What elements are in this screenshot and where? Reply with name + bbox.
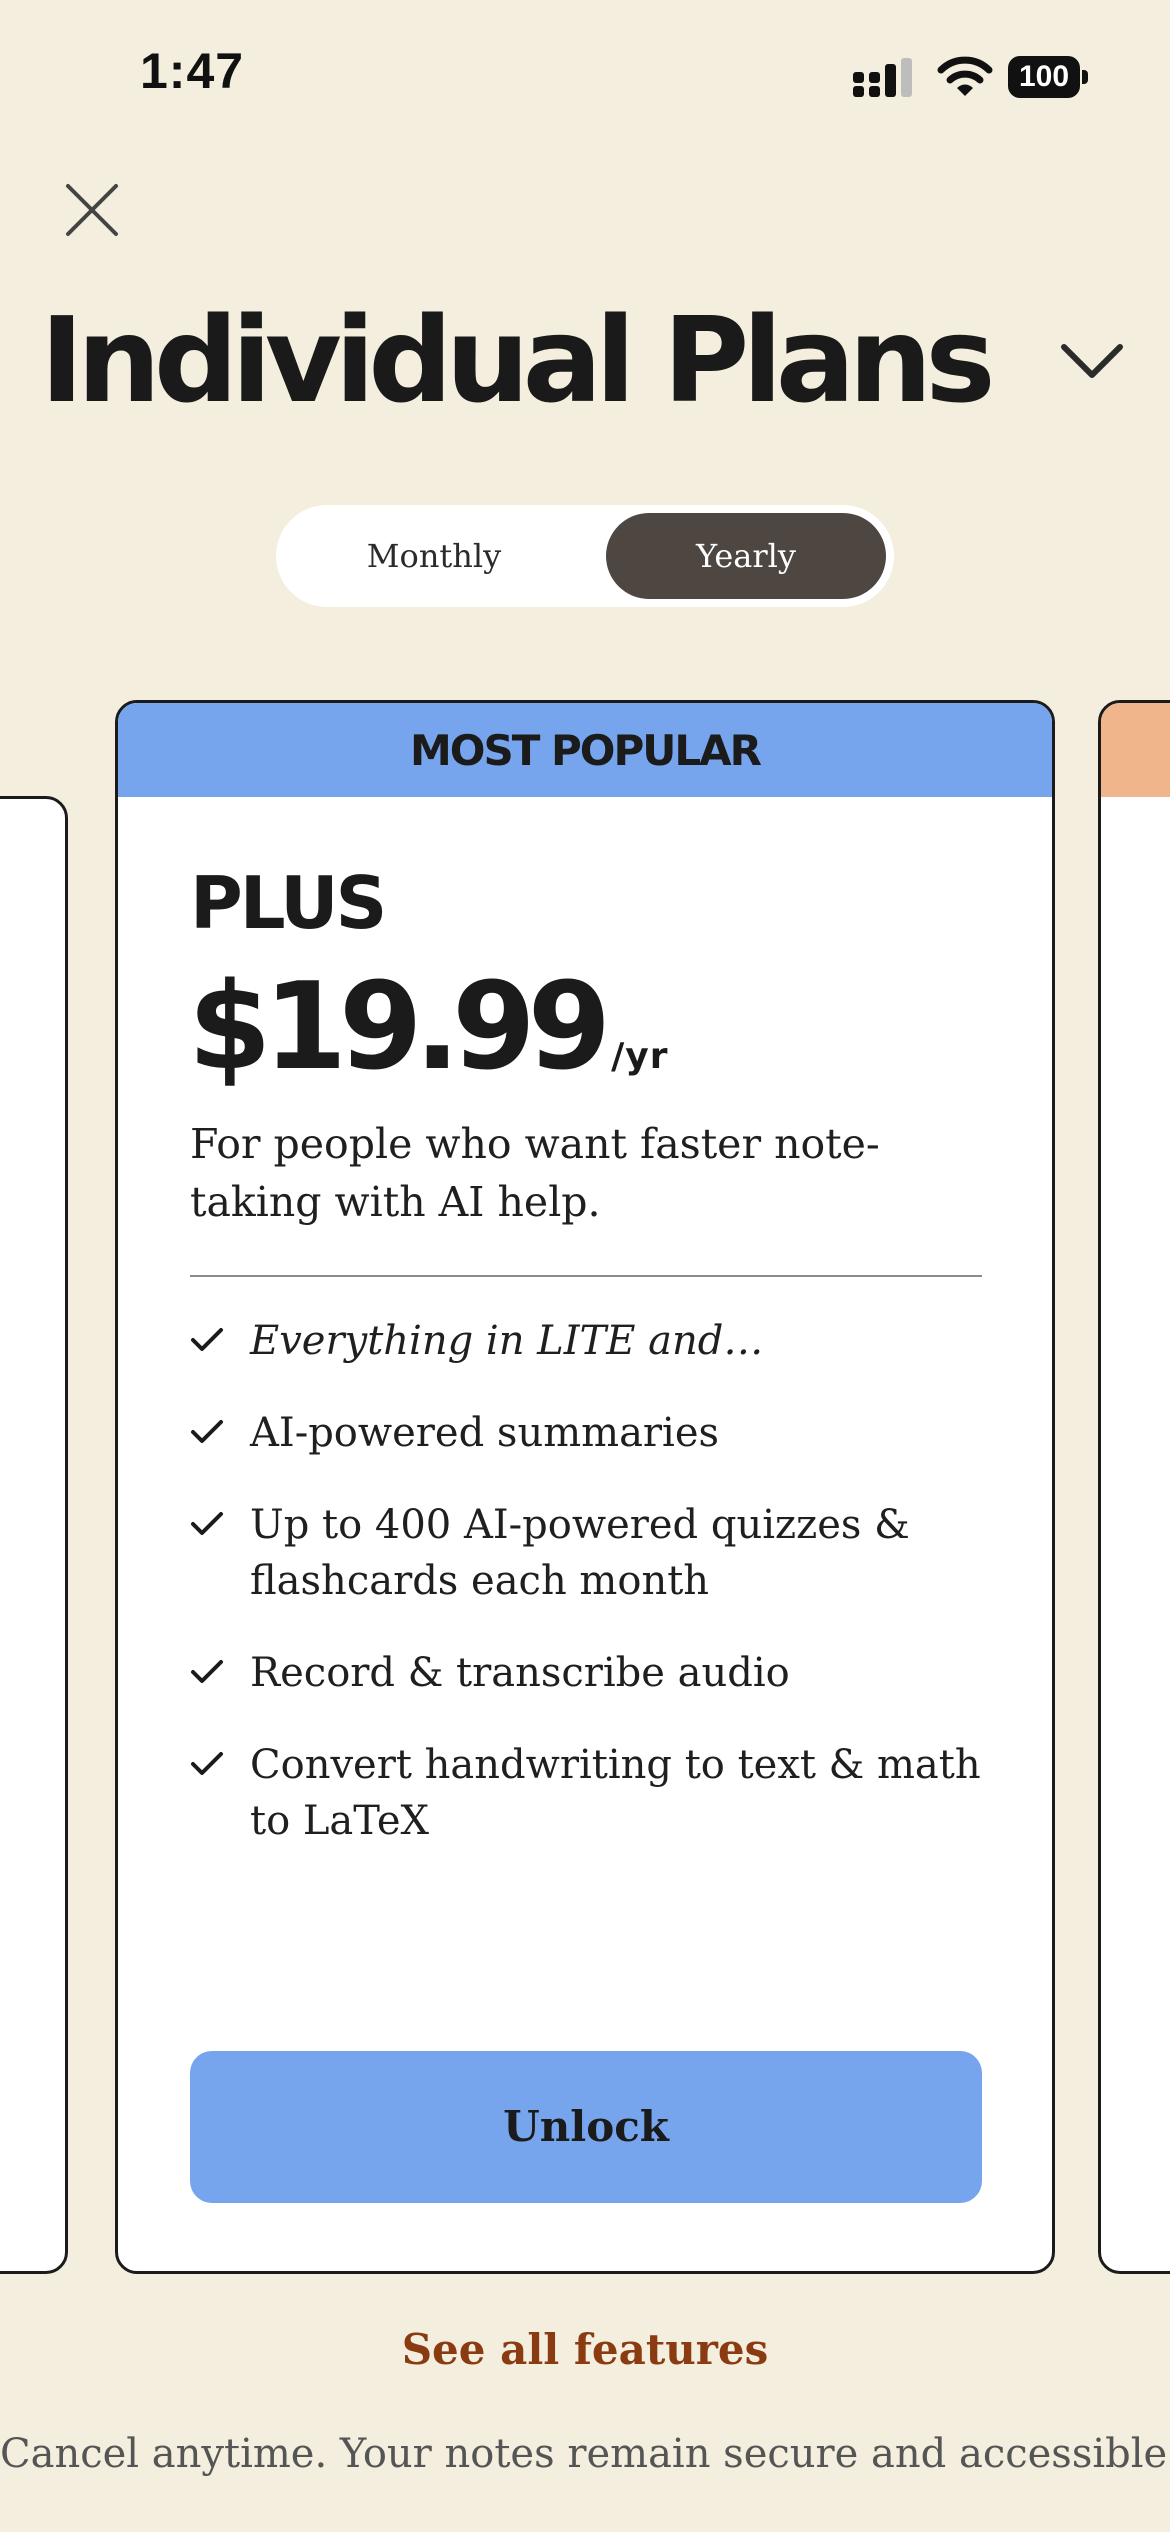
plan-card-plus: MOST POPULAR PLUS $19.99/yr For people w… [115, 700, 1055, 2274]
feature-item: Everything in LITE and… [190, 1313, 990, 1369]
unlock-button[interactable]: Unlock [190, 2051, 982, 2203]
toggle-monthly[interactable]: Monthly [284, 513, 584, 599]
check-icon [191, 1328, 223, 1351]
status-time: 1:47 [140, 43, 245, 99]
next-plan-card[interactable] [1098, 700, 1170, 2274]
feature-text: Record & transcribe audio [250, 1650, 790, 1696]
see-all-features-link[interactable]: See all features [0, 2318, 1170, 2382]
check-icon [191, 1752, 223, 1775]
feature-item: AI-powered summaries [190, 1405, 990, 1461]
plan-price: $19.99 [188, 958, 611, 1097]
plan-name: PLUS [190, 861, 387, 945]
page-title: Individual Plans [40, 291, 996, 429]
toggle-yearly[interactable]: Yearly [606, 513, 886, 599]
price-row: $19.99/yr [188, 953, 668, 1103]
battery-level: 100 [1008, 56, 1080, 98]
billing-toggle: Monthly Yearly [276, 505, 894, 607]
signal-icon [853, 58, 912, 97]
plan-description: For people who want faster note-taking w… [190, 1120, 880, 1226]
check-icon [191, 1660, 223, 1683]
next-plan-band [1101, 703, 1170, 797]
close-icon[interactable] [60, 178, 124, 242]
feature-item: Up to 400 AI-powered quizzes & flashcard… [190, 1497, 990, 1609]
feature-item: Convert handwriting to text & math to La… [190, 1737, 990, 1849]
most-popular-badge: MOST POPULAR [118, 703, 1052, 797]
feature-text: Convert handwriting to text & math to La… [250, 1742, 981, 1844]
chevron-down-icon[interactable] [1058, 335, 1126, 385]
divider [190, 1275, 982, 1277]
cancel-note: Cancel anytime. Your notes remain secure… [0, 2431, 1170, 2477]
wifi-icon [937, 56, 993, 96]
check-icon [191, 1512, 223, 1535]
previous-plan-card[interactable] [0, 796, 68, 2274]
price-period: /yr [611, 1036, 669, 1077]
feature-text: AI-powered summaries [250, 1410, 720, 1456]
feature-item: Record & transcribe audio [190, 1645, 990, 1701]
feature-text: Everything in LITE and… [250, 1318, 764, 1364]
check-icon [191, 1420, 223, 1443]
feature-text: Up to 400 AI-powered quizzes & flashcard… [250, 1502, 910, 1604]
battery-icon: 100 [1008, 56, 1088, 98]
feature-list: Everything in LITE and… AI-powered summa… [190, 1313, 990, 1885]
